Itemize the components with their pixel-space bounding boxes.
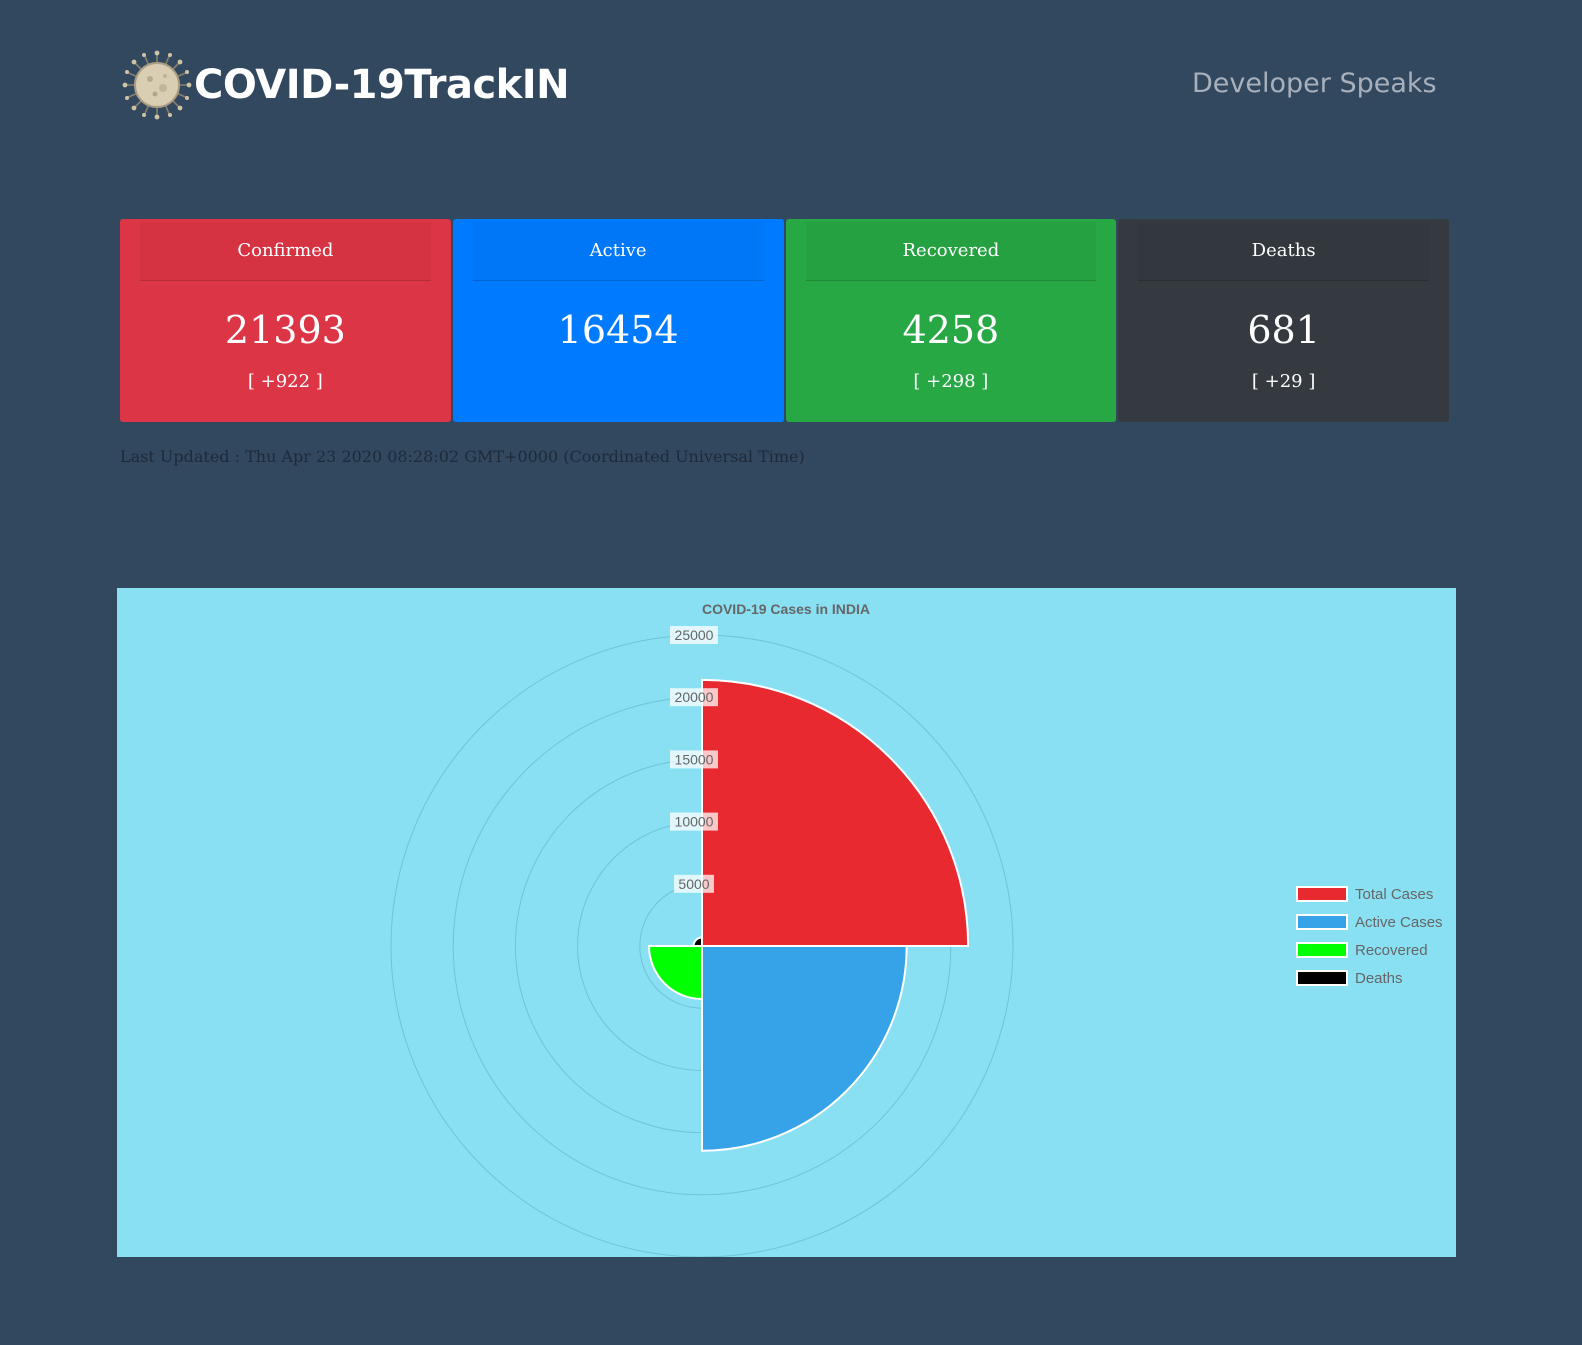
deaths-card: Deaths 681 [ +29 ] — [1118, 219, 1449, 422]
card-delta: [ +29 ] — [1251, 371, 1316, 392]
active-card: Active 16454 — [452, 219, 784, 422]
card-delta: [ +298 ] — [913, 371, 989, 392]
chart-segment — [701, 945, 908, 1152]
card-delta: [ +922 ] — [247, 371, 323, 392]
legend-label: Total Cases — [1355, 886, 1433, 903]
stats-cards: Confirmed 21393 [ +922 ] Active 16454 Re… — [120, 219, 1449, 422]
legend-label: Deaths — [1355, 970, 1403, 987]
card-label: Recovered — [805, 222, 1097, 281]
card-label: Deaths — [1138, 222, 1429, 281]
card-value: 4258 — [902, 308, 1000, 352]
legend-label: Recovered — [1355, 942, 1428, 959]
legend-swatch — [1296, 970, 1348, 986]
developer-speaks-link[interactable]: Developer Speaks — [1192, 68, 1437, 99]
confirmed-card: Confirmed 21393 [ +922 ] — [120, 219, 451, 422]
chart-title: COVID-19 Cases in INDIA — [702, 601, 870, 617]
legend-swatch — [1296, 942, 1348, 958]
card-value: 21393 — [224, 308, 346, 352]
last-updated-text: Last Updated : Thu Apr 23 2020 08:28:02 … — [120, 447, 805, 466]
card-label: Confirmed — [140, 222, 431, 281]
card-value: 16454 — [557, 308, 679, 352]
tick-label: 20000 — [675, 689, 714, 705]
recovered-card: Recovered 4258 [ +298 ] — [785, 219, 1117, 422]
chart-segment — [701, 678, 970, 947]
legend-swatch — [1296, 914, 1348, 930]
card-value: 681 — [1247, 308, 1320, 352]
legend-swatch — [1296, 886, 1348, 902]
chart-panel: COVID-19 Cases in INDIA 5000 10000 15000 200… — [117, 588, 1456, 1257]
tick-label: 25000 — [675, 627, 714, 643]
chart-segment — [692, 936, 703, 947]
brand-title[interactable]: COVID-19TrackIN — [194, 62, 570, 108]
tick-label: 15000 — [675, 751, 714, 767]
polar-area-chart: COVID-19 Cases in INDIA 5000 10000 15000 200… — [390, 601, 1443, 1257]
tick-label: 5000 — [678, 876, 709, 892]
tick-label: 10000 — [675, 814, 714, 830]
virus-icon[interactable] — [122, 50, 192, 120]
chart-segment — [648, 945, 703, 1000]
legend-label: Active Cases — [1355, 914, 1443, 931]
card-label: Active — [472, 222, 764, 281]
header: COVID-19TrackIN — [122, 45, 570, 125]
